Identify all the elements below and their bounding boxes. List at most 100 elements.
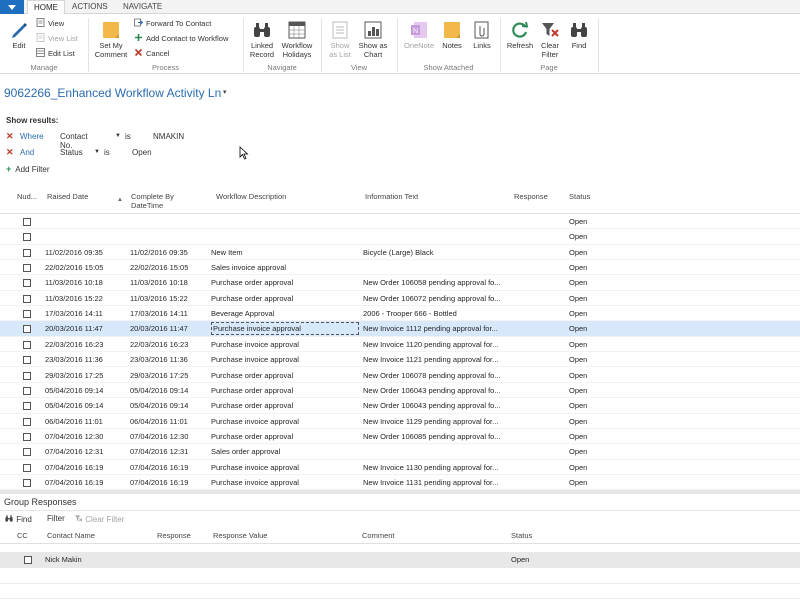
table-row[interactable]: Nick Makin Open xyxy=(0,552,800,568)
nudge-checkbox[interactable] xyxy=(23,402,31,411)
table-row[interactable]: Open xyxy=(0,229,800,245)
set-my-comment-button[interactable]: Set My Comment xyxy=(92,20,130,59)
complete-by-cell: 07/04/2016 16:19 xyxy=(130,462,189,472)
clear-filter-button[interactable]: Clear Filter xyxy=(74,514,124,524)
table-row[interactable]: 23/03/2016 11:36 23/03/2016 11:36 Purchase… xyxy=(0,352,800,368)
nudge-checkbox[interactable] xyxy=(23,371,31,380)
column-header-raised-date[interactable]: Raised Date xyxy=(47,192,88,201)
view-button[interactable]: View xyxy=(36,18,64,29)
nudge-checkbox[interactable] xyxy=(23,463,31,472)
field-dropdown-icon[interactable]: ▼ xyxy=(94,149,100,155)
column-header-cc[interactable]: CC xyxy=(17,531,28,540)
add-contact-to-workflow-button[interactable]: Add Contact to Workflow xyxy=(134,33,228,44)
view-list-button[interactable]: View List xyxy=(36,33,78,44)
table-row[interactable]: 05/04/2016 09:14 05/04/2016 09:14 Purchase… xyxy=(0,383,800,399)
binoculars-icon xyxy=(5,515,13,522)
nudge-checkbox[interactable] xyxy=(23,340,31,349)
filter-operator: is xyxy=(125,132,131,141)
find-button[interactable]: Find xyxy=(566,20,592,51)
column-header-complete-by[interactable]: Complete By DateTime xyxy=(131,192,191,210)
table-row[interactable]: 22/02/2016 15:05 22/02/2016 15:05 Sales in… xyxy=(0,260,800,276)
complete-by-cell: 22/02/2016 15:05 xyxy=(130,263,189,273)
linked-record-button[interactable]: Linked Record xyxy=(247,20,277,59)
links-button[interactable]: Links xyxy=(470,20,494,51)
table-row[interactable]: 17/03/2016 14:11 17/03/2016 14:11 Beverage… xyxy=(0,306,800,322)
complete-by-cell: 11/03/2016 15:22 xyxy=(130,293,188,303)
table-row[interactable]: 07/04/2016 16:19 07/04/2016 16:19 Purchase… xyxy=(0,460,800,475)
tab-actions[interactable]: ACTIONS xyxy=(66,0,114,14)
edit-list-button[interactable]: Edit List xyxy=(36,48,75,59)
field-dropdown-icon[interactable]: ▼ xyxy=(115,133,121,139)
table-row[interactable]: 20/03/2016 11:47 20/03/2016 11:47 Purchase… xyxy=(0,321,800,337)
table-row[interactable]: 07/04/2016 12:31 07/04/2016 12:31 Sales or… xyxy=(0,444,800,460)
filter-button[interactable]: Filter xyxy=(47,514,65,523)
table-row[interactable]: 29/03/2016 17:25 29/03/2016 17:25 Purchase… xyxy=(0,368,800,383)
column-header-response[interactable]: Response xyxy=(157,531,191,540)
nudge-checkbox[interactable] xyxy=(23,325,31,334)
title-dropdown-icon[interactable]: ▾ xyxy=(223,88,227,96)
nudge-checkbox[interactable] xyxy=(23,279,31,288)
filter-value[interactable]: Open xyxy=(132,148,152,157)
column-header-status[interactable]: Status xyxy=(511,531,532,540)
column-header-status[interactable]: Status xyxy=(569,192,590,201)
information-text-cell: New Invoice 1129 pending approval for... xyxy=(363,416,499,426)
group-responses-title[interactable]: Group Responses xyxy=(4,497,77,507)
table-row[interactable]: 11/03/2016 15:22 11/03/2016 15:22 Purchase… xyxy=(0,291,800,307)
table-row[interactable]: Open xyxy=(0,214,800,230)
remove-filter-icon[interactable]: ✕ xyxy=(6,131,14,142)
table-row[interactable]: 06/04/2016 11:01 06/04/2016 11:01 Purchase… xyxy=(0,414,800,429)
tab-navigate[interactable]: NAVIGATE xyxy=(117,0,168,14)
nudge-checkbox[interactable] xyxy=(23,218,31,226)
column-header-workflow-description[interactable]: Workflow Description xyxy=(216,192,286,201)
nudge-checkbox[interactable] xyxy=(23,386,31,395)
show-as-list-button[interactable]: Show as List xyxy=(326,20,354,59)
nudge-checkbox[interactable] xyxy=(23,233,31,242)
column-header-response-value[interactable]: Response Value xyxy=(213,531,267,540)
pane-splitter[interactable] xyxy=(0,490,800,494)
nudge-checkbox[interactable] xyxy=(23,310,31,319)
group-responses-toolbar: Find Filter Clear Filter xyxy=(0,510,800,525)
edit-button-label: Edit xyxy=(12,41,26,50)
table-row[interactable]: 11/03/2016 10:18 11/03/2016 10:18 Purchase… xyxy=(0,275,800,291)
filter-field[interactable]: Status xyxy=(60,148,83,157)
table-row[interactable]: 22/03/2016 16:23 22/03/2016 16:23 Purchase… xyxy=(0,337,800,353)
table-row[interactable]: 11/02/2016 09:35 11/02/2016 09:35 New Item… xyxy=(0,245,800,261)
cancel-button[interactable]: Cancel xyxy=(134,48,169,59)
nudge-checkbox[interactable] xyxy=(23,294,31,303)
show-as-chart-button[interactable]: Show as Chart xyxy=(357,20,389,59)
nudge-checkbox[interactable] xyxy=(23,356,31,365)
table-row[interactable]: 05/04/2016 09:14 05/04/2016 09:14 Purchase… xyxy=(0,398,800,414)
refresh-button[interactable]: Refresh xyxy=(505,20,535,51)
status-cell: Open xyxy=(569,309,588,319)
onenote-button[interactable]: N OneNote xyxy=(401,20,437,51)
add-filter-button[interactable]: + Add Filter xyxy=(6,164,50,174)
nudge-checkbox[interactable] xyxy=(23,478,31,487)
nudge-checkbox[interactable] xyxy=(23,432,31,441)
column-header-nud[interactable]: Nud... xyxy=(17,192,37,201)
nudge-checkbox[interactable] xyxy=(23,248,31,257)
column-header-contact-name[interactable]: Contact Name xyxy=(47,531,95,540)
column-header-response[interactable]: Response xyxy=(514,192,548,201)
nudge-checkbox[interactable] xyxy=(23,417,31,426)
nudge-checkbox[interactable] xyxy=(23,264,31,273)
column-header-comment[interactable]: Comment xyxy=(362,531,395,540)
find-button[interactable]: Find xyxy=(4,514,32,524)
edit-button[interactable]: Edit xyxy=(6,20,32,51)
app-menu-button[interactable] xyxy=(0,0,24,14)
page-title[interactable]: 9062266_Enhanced Workflow Activity Ln xyxy=(4,86,221,100)
column-header-information-text[interactable]: Information Text xyxy=(365,192,418,201)
notes-button[interactable]: Notes xyxy=(440,20,464,51)
filter-value[interactable]: NMAKIN xyxy=(153,132,184,141)
status-cell: Open xyxy=(569,278,588,288)
cc-checkbox[interactable] xyxy=(24,556,32,564)
clear-filter-button[interactable]: Clear Filter xyxy=(537,20,563,59)
remove-filter-icon[interactable]: ✕ xyxy=(6,147,14,158)
table-row[interactable]: 07/04/2016 12:30 07/04/2016 12:30 Purchase… xyxy=(0,429,800,445)
workflow-holidays-button[interactable]: Workflow Holidays xyxy=(279,20,315,59)
tab-home[interactable]: HOME xyxy=(27,0,65,15)
forward-to-contact-button[interactable]: Forward To Contact xyxy=(134,18,211,29)
set-my-comment-label: Set My Comment xyxy=(94,41,128,59)
information-text-cell: New Order 106078 pending approval fo... xyxy=(363,370,501,380)
nudge-checkbox[interactable] xyxy=(23,448,31,457)
table-row[interactable]: 07/04/2016 16:19 07/04/2016 16:19 Purchase… xyxy=(0,475,800,491)
